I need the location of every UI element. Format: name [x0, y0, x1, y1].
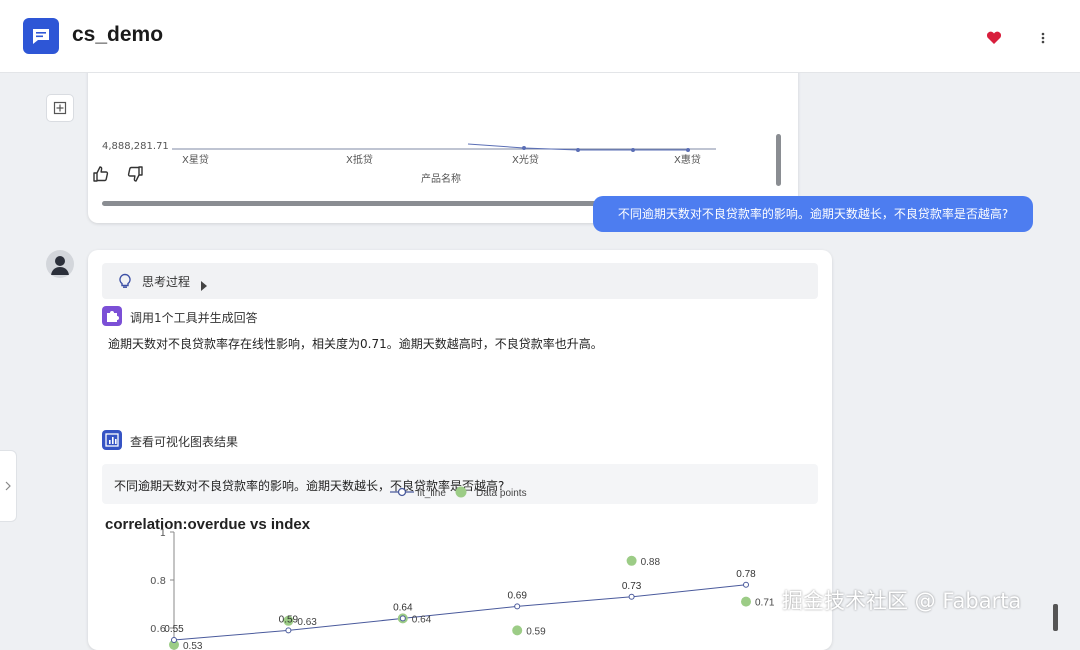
- fit-line-point: [285, 627, 292, 634]
- user-message-bubble: 不同逾期天数对不良贷款率的影响。逾期天数越长，不良贷款率是否越高?: [593, 196, 1033, 232]
- prev-x-tick: X抵贷: [346, 153, 373, 166]
- app-title: cs_demo: [72, 23, 164, 46]
- prev-x-axis-label: 产品名称: [421, 172, 461, 185]
- y-tick-label: 1: [160, 528, 166, 539]
- fit-line-label: 0.78: [736, 569, 756, 580]
- legend-label: Data points: [476, 488, 527, 499]
- thinking-label: 思考过程: [142, 275, 191, 289]
- prev-y-tick: 4,888,281.71: [102, 141, 169, 152]
- legend-line-marker-dot: [397, 487, 407, 497]
- fit-line-label: 0.59: [279, 614, 299, 625]
- data-point-label: 0.59: [526, 626, 546, 637]
- fit-line-label: 0.55: [164, 624, 184, 635]
- answer-text: 逾期天数对不良贷款率存在线性影响，相关度为0.71。逾期天数越高时，不良贷款率也…: [108, 337, 603, 351]
- puzzle-icon: [102, 306, 122, 326]
- sidebar-toggle[interactable]: [0, 450, 17, 522]
- y-tick-label: 0.8: [150, 576, 166, 587]
- data-point-label: 0.63: [297, 617, 317, 628]
- data-point-label: 0.64: [412, 614, 432, 625]
- prev-x-tick: X星贷: [182, 153, 209, 166]
- data-point-label: 0.53: [183, 641, 203, 650]
- legend-label: fit_line: [417, 488, 446, 499]
- fit-line: [173, 584, 747, 641]
- prev-x-tick: X惠贷: [674, 153, 701, 166]
- user-avatar-icon: [46, 250, 74, 278]
- data-point-label: 0.88: [641, 557, 661, 568]
- view-chart-link[interactable]: 查看可视化图表结果: [130, 433, 238, 450]
- legend-point-marker: [455, 486, 467, 498]
- page-scrollbar[interactable]: [1053, 604, 1058, 631]
- data-point: [626, 555, 637, 566]
- fit-line-point: [514, 603, 521, 610]
- top-bar: cs_demo: [0, 0, 1080, 73]
- caret-right-icon: [200, 276, 208, 291]
- chat-area: 4,888,281.71 X星贷 X抵贷 X光贷 X惠贷 产品名称 不同逾期天数…: [0, 62, 1080, 650]
- chart-icon: [102, 430, 122, 450]
- assistant-answer-card: 思考过程 调用1个工具并生成回答 逾期天数对不良贷款率存在线性影响，相关度为0.…: [88, 250, 832, 650]
- fit-line-point: [171, 637, 177, 643]
- vertical-scrollbar[interactable]: [776, 134, 781, 186]
- watermark: 掘金技术社区 @ Fabarta: [782, 589, 1022, 613]
- expand-icon[interactable]: [46, 94, 74, 122]
- data-point-label: 0.71: [755, 598, 775, 609]
- fit-line-label: 0.64: [393, 602, 413, 613]
- fit-line-label: 0.69: [507, 590, 527, 601]
- fit-line-point: [399, 615, 406, 622]
- data-point: [512, 625, 523, 636]
- fit-line-label: 0.73: [622, 581, 642, 592]
- more-vertical-icon[interactable]: [1036, 27, 1050, 49]
- chevron-right-icon: [5, 481, 11, 491]
- data-point: [741, 596, 751, 607]
- thinking-toggle[interactable]: 思考过程: [102, 263, 818, 299]
- fit-line-point: [628, 593, 635, 600]
- thumbs-down-icon[interactable]: [126, 165, 144, 183]
- heart-icon[interactable]: [984, 28, 1004, 48]
- bulb-icon: [118, 273, 132, 289]
- thumbs-up-icon[interactable]: [92, 165, 110, 183]
- chat-logo-icon: [23, 18, 59, 54]
- fit-line-point: [743, 581, 749, 588]
- prev-x-tick: X光贷: [512, 153, 539, 166]
- correlation-chart: fit_line Data points10.80.60.530.63 0.640.…: [150, 486, 775, 650]
- tool-call-label: 调用1个工具并生成回答: [130, 311, 258, 325]
